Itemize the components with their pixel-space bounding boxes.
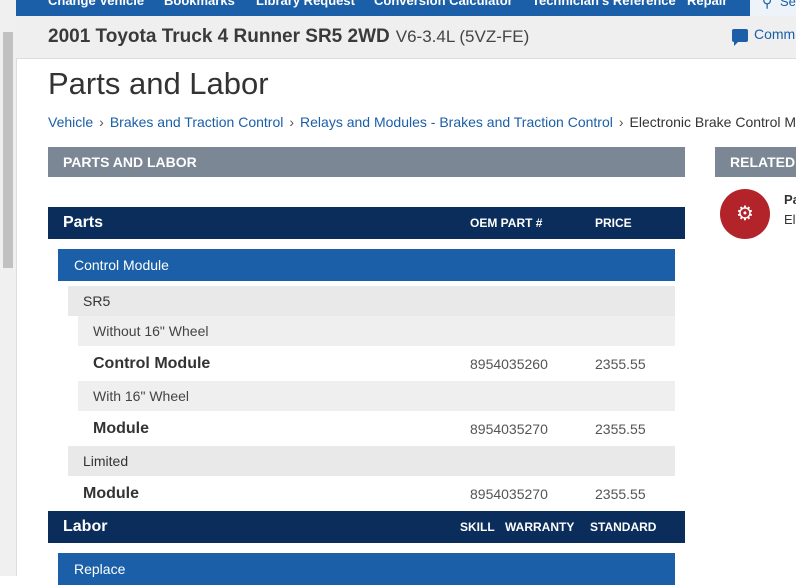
parts-labor-section-header: PARTS AND LABOR xyxy=(48,147,685,177)
search-icon: ⚲ xyxy=(762,0,773,10)
related-item-title[interactable]: Pa xyxy=(784,192,796,207)
nav-technicians-reference[interactable]: Technician's Reference xyxy=(532,0,676,8)
nav-search-label: Search xyxy=(780,0,796,9)
window-scrollbar[interactable] xyxy=(0,0,17,576)
col-price: PRICE xyxy=(595,216,632,230)
condition-with-wheel: With 16" Wheel xyxy=(78,381,675,411)
chevron-right-icon: › xyxy=(618,114,624,130)
chevron-right-icon: › xyxy=(289,114,295,130)
parts-heading: Parts xyxy=(63,214,104,231)
col-standard: STANDARD xyxy=(590,520,657,534)
nav-library-request[interactable]: Library Request xyxy=(256,0,355,8)
nav-conversion-calculator[interactable]: Conversion Calculator xyxy=(374,0,513,8)
page-title: Parts and Labor xyxy=(48,66,269,101)
labor-heading: Labor xyxy=(63,518,108,535)
part-name[interactable]: Module xyxy=(93,420,149,438)
comment-button[interactable]: Comm xyxy=(732,26,796,46)
subgroup-limited: Limited xyxy=(68,446,675,476)
nav-change-vehicle[interactable]: Change Vehicle xyxy=(48,0,144,8)
top-nav: Change Vehicle Bookmarks Library Request… xyxy=(16,0,796,16)
breadcrumb: Vehicle › Brakes and Traction Control › Rela… xyxy=(48,114,796,130)
vehicle-title: 2001 Toyota Truck 4 Runner SR5 2WD V6-3.4… xyxy=(48,26,529,48)
labor-table-header: Labor SKILL WARRANTY STANDARD xyxy=(48,511,685,543)
breadcrumb-relays[interactable]: Relays and Modules - Brakes and Traction… xyxy=(300,114,613,130)
chevron-right-icon: › xyxy=(99,114,104,130)
group-control-module[interactable]: Control Module xyxy=(58,249,675,281)
table-row: Module 8954035270 2355.55 xyxy=(68,477,675,511)
nav-repair[interactable]: Repair xyxy=(687,0,727,8)
condition-without-wheel: Without 16" Wheel xyxy=(78,316,675,346)
breadcrumb-vehicle[interactable]: Vehicle xyxy=(48,114,93,130)
part-number: 8954035270 xyxy=(470,421,548,437)
parts-table-header: Parts OEM PART # PRICE xyxy=(48,207,685,239)
col-oem-part: OEM PART # xyxy=(470,216,543,230)
col-skill: SKILL xyxy=(460,520,495,534)
related-section-header: RELATED I xyxy=(715,147,796,177)
comment-icon xyxy=(732,28,748,46)
part-price: 2355.55 xyxy=(595,486,646,502)
vehicle-header: 2001 Toyota Truck 4 Runner SR5 2WD V6-3.4… xyxy=(16,16,796,59)
brake-gauge-icon[interactable]: ⚙ xyxy=(720,189,770,239)
col-warranty: WARRANTY xyxy=(505,520,575,534)
comment-label: Comm xyxy=(754,26,796,42)
part-price: 2355.55 xyxy=(595,421,646,437)
table-row: Control Module 8954035260 2355.55 xyxy=(78,347,675,381)
part-name[interactable]: Control Module xyxy=(93,355,210,373)
nav-bookmarks[interactable]: Bookmarks xyxy=(164,0,235,8)
table-row: Module 8954035270 2355.55 xyxy=(78,412,675,446)
nav-search[interactable]: ⚲ Search xyxy=(750,0,796,16)
vehicle-model: 2001 Toyota Truck 4 Runner SR5 2WD xyxy=(48,26,390,47)
breadcrumb-brakes[interactable]: Brakes and Traction Control xyxy=(110,114,284,130)
part-number: 8954035270 xyxy=(470,486,548,502)
vehicle-engine: V6-3.4L (5VZ-FE) xyxy=(395,27,530,46)
group-replace[interactable]: Replace xyxy=(58,553,675,585)
scrollbar-thumb[interactable] xyxy=(3,32,13,268)
subgroup-sr5: SR5 xyxy=(68,286,675,316)
part-name[interactable]: Module xyxy=(83,485,139,503)
related-item-subtitle: El xyxy=(784,212,796,227)
part-price: 2355.55 xyxy=(595,356,646,372)
breadcrumb-current: Electronic Brake Control M xyxy=(629,114,796,130)
part-number: 8954035260 xyxy=(470,356,548,372)
